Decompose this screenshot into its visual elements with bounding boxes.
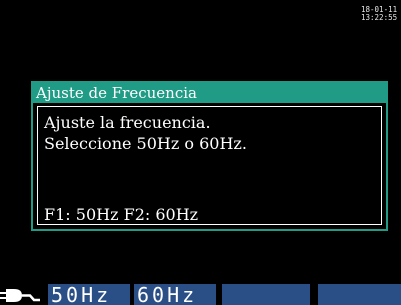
softkey-60hz-button[interactable]: 60Hz xyxy=(134,284,216,305)
dialog-message-line-1: Ajuste la frecuencia. xyxy=(44,113,211,132)
dialog-title: Ajuste de Frecuencia xyxy=(33,83,386,103)
softkey-50hz-button[interactable]: 50Hz xyxy=(48,284,130,305)
softkey-f3-button[interactable] xyxy=(222,284,310,305)
power-plug-icon xyxy=(0,289,40,302)
status-time: 13:22:55 xyxy=(361,13,398,22)
softkey-bar: 50Hz 60Hz xyxy=(0,284,401,305)
frequency-dialog: Ajuste de Frecuencia Ajuste la frecuenci… xyxy=(31,81,388,231)
dialog-body: Ajuste la frecuencia. Seleccione 50Hz o … xyxy=(37,106,382,225)
status-clock: 18-01-11 13:22:55 xyxy=(361,6,401,22)
dialog-message-line-2: Seleccione 50Hz o 60Hz. xyxy=(44,134,247,153)
softkey-f4-button[interactable] xyxy=(318,284,401,305)
dialog-key-hint: F1: 50Hz F2: 60Hz xyxy=(44,205,199,224)
